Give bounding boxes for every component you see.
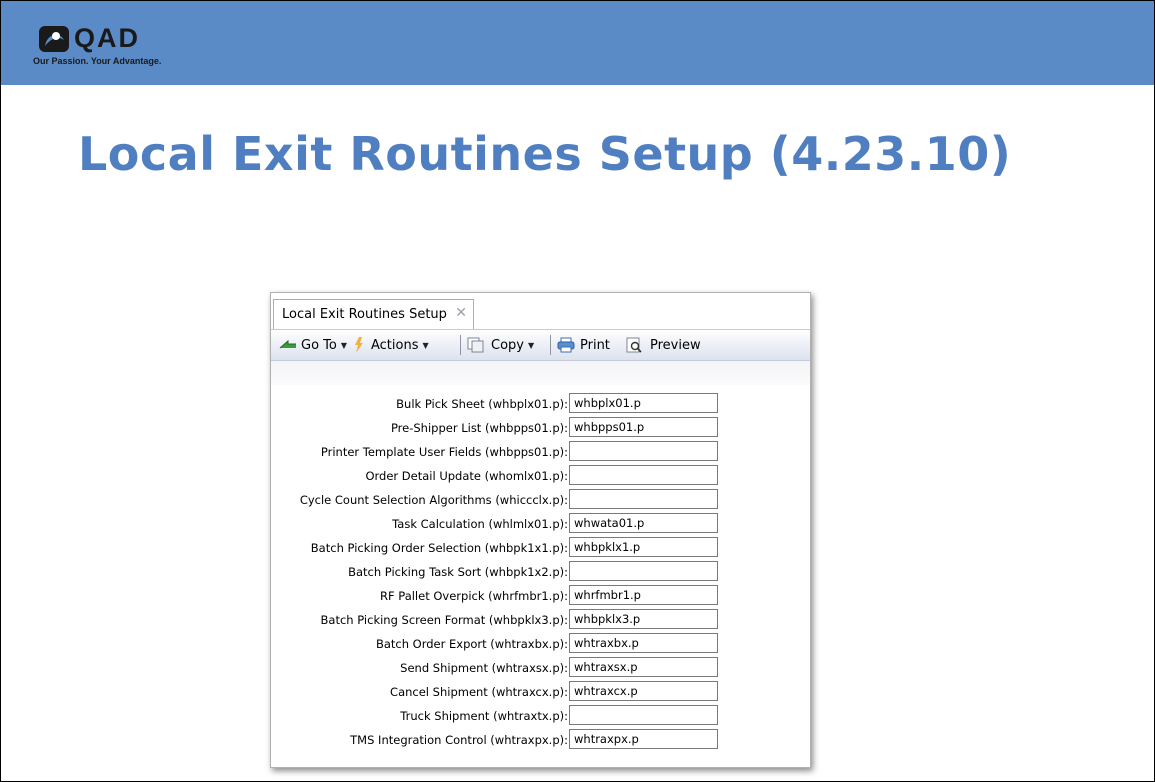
chevron-down-icon: ▼ <box>340 340 348 350</box>
order-detail-update-field[interactable] <box>569 465 718 485</box>
slide-title: Local Exit Routines Setup (4.23.10) <box>78 127 1012 181</box>
form-row: Cancel Shipment (whtraxcx.p): <box>271 681 810 703</box>
chevron-down-icon: ▼ <box>527 340 535 350</box>
tab-local-exit-routines[interactable]: Local Exit Routines Setup ✕ <box>273 299 474 329</box>
actions-label: Actions <box>371 337 419 353</box>
copy-button[interactable]: Copy ▼ <box>467 336 534 354</box>
form-row: Order Detail Update (whomlx01.p): <box>271 465 810 487</box>
field-label: Batch Picking Screen Format (whbpklx3.p)… <box>320 613 568 627</box>
field-label: Send Shipment (whtraxsx.p): <box>400 661 568 675</box>
field-label: Printer Template User Fields (whbpps01.p… <box>320 445 568 459</box>
form-row: Batch Picking Screen Format (whbpklx3.p)… <box>271 609 810 631</box>
truck-shipment-field[interactable] <box>569 705 718 725</box>
tab-strip: Local Exit Routines Setup ✕ <box>271 293 810 330</box>
preview-label: Preview <box>650 337 701 353</box>
print-button[interactable]: Print <box>557 336 610 354</box>
toolbar-divider <box>550 335 551 355</box>
form-row: RF Pallet Overpick (whrfmbr1.p): <box>271 585 810 607</box>
goto-button[interactable]: Go To ▼ <box>279 336 347 354</box>
form-row: Cycle Count Selection Algorithms (whiccc… <box>271 489 810 511</box>
form-row: TMS Integration Control (whtraxpx.p): <box>271 729 810 751</box>
field-label: Cycle Count Selection Algorithms (whiccc… <box>299 493 568 507</box>
header-band: QAD Our Passion. Your Advantage. <box>0 0 1155 85</box>
actions-button[interactable]: Actions ▼ <box>353 336 429 354</box>
rf-pallet-overpick-field[interactable] <box>569 585 718 605</box>
printer-template-user-fields-field[interactable] <box>569 441 718 461</box>
printer-icon <box>557 337 575 353</box>
field-label: Batch Picking Order Selection (whbpk1x1.… <box>310 541 568 555</box>
cycle-count-selection-field[interactable] <box>569 489 718 509</box>
field-label: Batch Picking Task Sort (whbpk1x2.p): <box>348 565 568 579</box>
form-row: Printer Template User Fields (whbpps01.p… <box>271 441 810 463</box>
cancel-shipment-field[interactable] <box>569 681 718 701</box>
field-label: Batch Order Export (whtraxbx.p): <box>375 637 568 651</box>
form-row: Batch Picking Task Sort (whbpk1x2.p): <box>271 561 810 583</box>
chevron-down-icon: ▼ <box>422 340 429 350</box>
batch-picking-screen-format-field[interactable] <box>569 609 718 629</box>
print-label: Print <box>580 337 610 353</box>
tab-label: Local Exit Routines Setup <box>282 307 447 322</box>
preview-icon <box>626 337 642 353</box>
pre-shipper-list-field[interactable] <box>569 417 718 437</box>
goto-label: Go To <box>301 337 337 353</box>
logo-tagline: Our Passion. Your Advantage. <box>33 56 162 66</box>
preview-button[interactable]: Preview <box>626 336 701 354</box>
field-label: Truck Shipment (whtraxtx.p): <box>400 709 568 723</box>
form-row: Bulk Pick Sheet (whbplx01.p): <box>271 393 810 415</box>
tms-integration-control-field[interactable] <box>569 729 718 749</box>
batch-picking-order-selection-field[interactable] <box>569 537 718 557</box>
send-shipment-field[interactable] <box>569 657 718 677</box>
batch-picking-task-sort-field[interactable] <box>569 561 718 581</box>
field-label: TMS Integration Control (whtraxpx.p): <box>350 733 568 747</box>
form-row: Send Shipment (whtraxsx.p): <box>271 657 810 679</box>
goto-arrow-icon <box>279 339 296 349</box>
field-label: Order Detail Update (whomlx01.p): <box>365 469 568 483</box>
form-row: Pre-Shipper List (whbpps01.p): <box>271 417 810 439</box>
copy-label: Copy <box>491 337 524 353</box>
form-row: Task Calculation (whlmlx01.p): <box>271 513 810 535</box>
form-row: Batch Order Export (whtraxbx.p): <box>271 633 810 655</box>
field-label: RF Pallet Overpick (whrfmbr1.p): <box>380 589 568 603</box>
bulk-pick-sheet-field[interactable] <box>569 393 718 413</box>
qad-logo: QAD Our Passion. Your Advantage. <box>29 22 229 72</box>
copy-icon <box>467 337 484 353</box>
qad-logo-icon <box>39 26 69 52</box>
batch-order-export-field[interactable] <box>569 633 718 653</box>
field-label: Task Calculation (whlmlx01.p): <box>392 517 568 531</box>
form-row: Truck Shipment (whtraxtx.p): <box>271 705 810 727</box>
logo-text: QAD <box>74 23 140 53</box>
toolbar: Go To ▼ Actions ▼ Copy ▼ Print Preview <box>271 330 810 361</box>
form-header-band <box>271 361 810 385</box>
field-label: Pre-Shipper List (whbpps01.p): <box>390 421 568 435</box>
field-label: Cancel Shipment (whtraxcx.p): <box>390 685 568 699</box>
task-calculation-field[interactable] <box>569 513 718 533</box>
close-icon[interactable]: ✕ <box>455 305 467 321</box>
app-window: Local Exit Routines Setup ✕ Go To ▼ Acti… <box>270 292 811 768</box>
lightning-icon <box>355 337 363 353</box>
field-label: Bulk Pick Sheet (whbplx01.p): <box>396 397 568 411</box>
toolbar-divider <box>460 335 461 355</box>
form-row: Batch Picking Order Selection (whbpk1x1.… <box>271 537 810 559</box>
